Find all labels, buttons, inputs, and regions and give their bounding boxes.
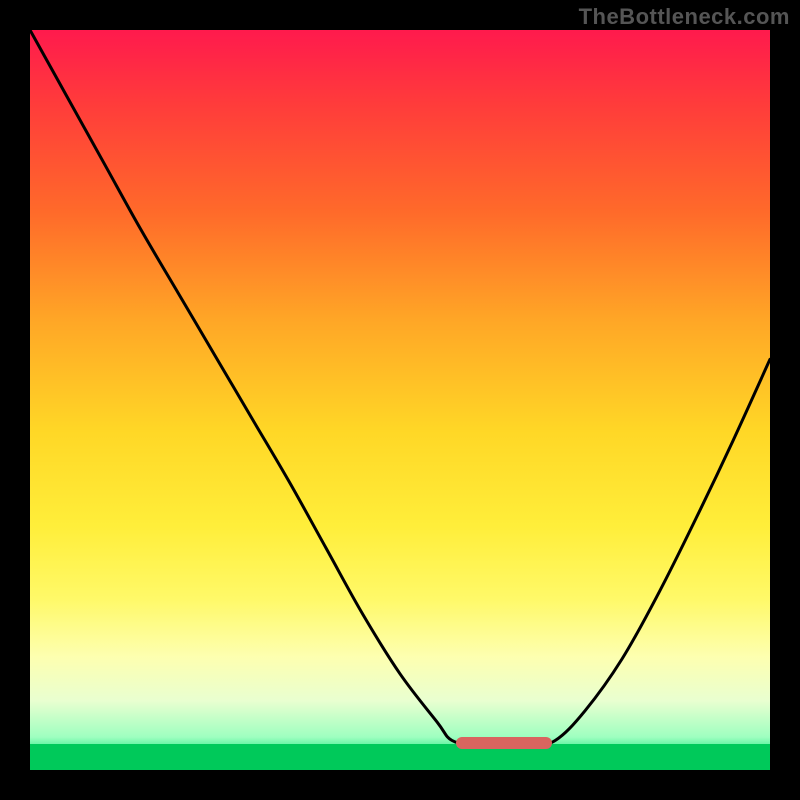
optimum-marker [456, 737, 552, 749]
plot-outer [30, 30, 770, 770]
bottleneck-curve-svg [30, 30, 770, 770]
watermark-text: TheBottleneck.com [579, 4, 790, 30]
bottleneck-curve [30, 30, 770, 744]
plot-area [30, 30, 770, 770]
chart-frame: TheBottleneck.com [0, 0, 800, 800]
